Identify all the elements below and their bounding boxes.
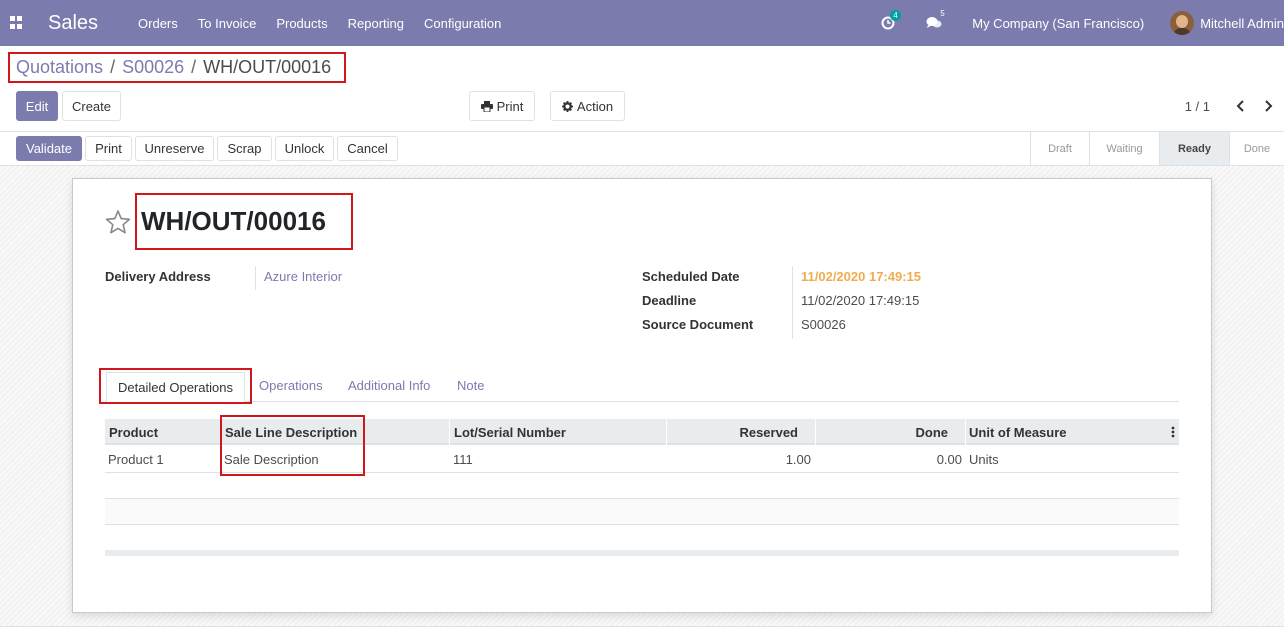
messages-badge: 5	[940, 9, 945, 18]
messages-icon[interactable]: 5	[926, 9, 945, 31]
empty-row	[105, 499, 1179, 525]
action-dropdown-button[interactable]: Action	[550, 91, 625, 121]
tabs-divider	[105, 401, 1179, 402]
chevron-right-icon[interactable]	[1261, 98, 1275, 114]
breadcrumb-quotations[interactable]: Quotations	[16, 57, 103, 78]
column-header-unit-of-measure[interactable]: Unit of Measure	[969, 425, 1067, 440]
delivery-address-value[interactable]: Azure Interior	[264, 269, 342, 284]
activity-icon[interactable]: 4	[880, 10, 901, 31]
scheduled-date-value: 11/02/2020 17:49:15	[801, 269, 921, 284]
row-divider	[105, 498, 1179, 499]
breadcrumb-separator: /	[191, 57, 197, 77]
cancel-button[interactable]: Cancel	[337, 136, 398, 161]
breadcrumb: Quotations / S00026 / WH/OUT/00016	[8, 52, 346, 83]
deadline-value: 11/02/2020 17:49:15	[801, 293, 920, 308]
print-dropdown-button[interactable]: Print	[469, 91, 535, 121]
column-header-reserved[interactable]: Reserved	[666, 425, 798, 440]
gear-icon	[561, 100, 573, 112]
unlock-button[interactable]: Unlock	[275, 136, 334, 161]
create-button[interactable]: Create	[62, 91, 121, 121]
menu-configuration[interactable]: Configuration	[414, 16, 511, 31]
unreserve-button[interactable]: Unreserve	[135, 136, 214, 161]
field-divider	[792, 266, 793, 339]
navbar-systray: 4 5 My Company (San Francisco) Mitchell …	[880, 0, 1284, 46]
menu-orders[interactable]: Orders	[128, 16, 188, 31]
cell-done: 0.00	[936, 452, 962, 467]
column-highlight	[220, 415, 365, 476]
tab-highlight	[99, 368, 252, 404]
pager-value[interactable]: 1 / 1	[1185, 99, 1210, 114]
column-header-product[interactable]: Product	[109, 425, 158, 440]
source-document-label: Source Document	[642, 317, 754, 332]
chevron-left-icon[interactable]	[1234, 98, 1248, 114]
print-button[interactable]: Print	[85, 136, 132, 161]
cell-lot-serial-number: 111	[453, 452, 473, 467]
column-header-lot-serial-number[interactable]: Lot/Serial Number	[454, 425, 566, 440]
print-icon	[480, 100, 493, 112]
user-menu[interactable]: Mitchell Admin	[1200, 16, 1284, 31]
column-options-icon[interactable]	[1171, 426, 1175, 438]
tab-additional-info[interactable]: Additional Info	[348, 378, 430, 393]
scrap-button[interactable]: Scrap	[217, 136, 272, 161]
company-switcher[interactable]: My Company (San Francisco)	[972, 16, 1144, 31]
deadline-label: Deadline	[642, 293, 697, 308]
stage-ready: Ready	[1159, 132, 1229, 165]
column-separator	[965, 419, 966, 445]
print-label: Print	[496, 98, 524, 114]
action-label: Action	[576, 98, 614, 114]
apps-menu-icon[interactable]	[10, 16, 24, 30]
field-divider	[255, 266, 256, 290]
stage-waiting[interactable]: Waiting	[1089, 132, 1159, 165]
breadcrumb-current: WH/OUT/00016	[203, 57, 332, 77]
tab-operations[interactable]: Operations	[259, 378, 323, 393]
status-stages: Draft Waiting Ready Done	[1030, 132, 1284, 165]
column-separator	[449, 419, 450, 445]
menu-to-invoice[interactable]: To Invoice	[188, 16, 267, 31]
stage-done[interactable]: Done	[1229, 132, 1284, 165]
menu-products[interactable]: Products	[266, 16, 337, 31]
breadcrumb-sale-order[interactable]: S00026	[122, 57, 184, 78]
edit-button[interactable]: Edit	[16, 91, 58, 121]
main-menu: Orders To Invoice Products Reporting Con…	[128, 16, 511, 31]
column-header-done[interactable]: Done	[815, 425, 949, 440]
table-footer	[105, 550, 1179, 556]
cell-product: Product 1	[108, 452, 164, 467]
bottom-divider	[0, 626, 1284, 638]
delivery-address-label: Delivery Address	[105, 269, 211, 284]
app-name[interactable]: Sales	[48, 12, 98, 35]
user-avatar[interactable]	[1170, 11, 1195, 35]
cell-reserved: 1.00	[785, 452, 811, 467]
activity-badge: 4	[890, 10, 901, 21]
top-navbar: Sales Orders To Invoice Products Reporti…	[0, 0, 1284, 46]
row-divider	[105, 524, 1179, 525]
stage-draft[interactable]: Draft	[1030, 132, 1089, 165]
breadcrumb-separator: /	[110, 57, 116, 77]
validate-button[interactable]: Validate	[16, 136, 82, 161]
cell-unit-of-measure: Units	[969, 452, 999, 467]
tab-note[interactable]: Note	[457, 378, 484, 393]
star-icon[interactable]	[105, 209, 131, 235]
scheduled-date-label: Scheduled Date	[642, 269, 740, 284]
record-title: WH/OUT/00016	[141, 206, 326, 236]
source-document-value: S00026	[801, 317, 846, 332]
menu-reporting[interactable]: Reporting	[338, 16, 414, 31]
